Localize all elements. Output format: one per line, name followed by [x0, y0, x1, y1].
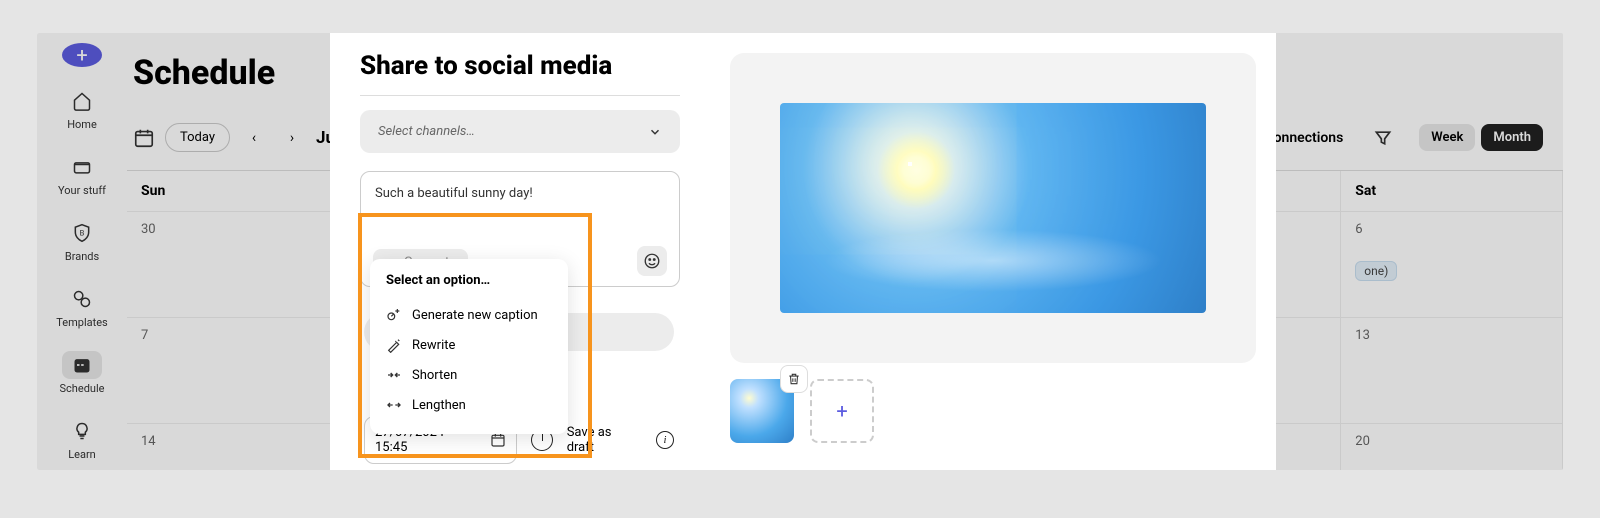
filter-icon[interactable] — [1373, 128, 1393, 148]
month-view-button[interactable]: Month — [1481, 124, 1543, 151]
save-draft-button[interactable]: Save as draft — [567, 425, 642, 455]
chevron-down-icon — [648, 125, 662, 139]
svg-text:B: B — [80, 229, 85, 238]
prev-button[interactable]: ‹ — [240, 124, 268, 152]
calendar-cell[interactable]: 14 — [127, 424, 349, 470]
next-button[interactable]: › — [278, 124, 306, 152]
thumbnail-image[interactable] — [730, 379, 794, 443]
add-button[interactable]: + — [62, 43, 102, 67]
calendar-cell[interactable]: 20 — [1341, 424, 1563, 470]
calendar-cell[interactable]: 7 — [127, 318, 349, 424]
nav-brands[interactable]: B Brands — [62, 219, 102, 263]
day-header-sun: Sun — [127, 171, 349, 212]
delete-thumbnail-button[interactable] — [780, 365, 808, 393]
bulb-icon — [72, 421, 92, 441]
day-header-sat: Sat — [1341, 171, 1563, 212]
emoji-button[interactable] — [637, 246, 667, 276]
shorten-icon — [386, 367, 402, 383]
calendar-icon — [72, 355, 92, 375]
home-icon — [72, 91, 92, 111]
dropdown-item-rewrite[interactable]: Rewrite — [386, 330, 552, 360]
nav-label: Schedule — [60, 382, 105, 395]
shield-icon: B — [72, 223, 92, 243]
share-modal: Share to social media Select channels… S… — [330, 33, 1276, 470]
nav-label: Learn — [68, 448, 96, 461]
nav-label: Your stuff — [58, 184, 106, 197]
templates-icon — [72, 289, 92, 309]
sparkle-icon — [386, 307, 402, 323]
nav-your-stuff[interactable]: Your stuff — [58, 153, 106, 197]
dropdown-item-generate-new[interactable]: Generate new caption — [386, 300, 552, 330]
dropdown-title: Select an option… — [386, 273, 552, 288]
sidebar: + Home Your stuff B Brands Templates Sch… — [37, 33, 127, 470]
add-thumbnail-button[interactable]: + — [810, 379, 874, 443]
wand-icon — [386, 337, 402, 353]
calendar-icon[interactable] — [133, 127, 155, 149]
nav-label: Templates — [56, 316, 107, 329]
calendar-cell[interactable]: 13 — [1341, 318, 1563, 424]
event-tag[interactable]: one) — [1355, 261, 1397, 281]
nav-label: Home — [67, 118, 97, 131]
select-channels-dropdown[interactable]: Select channels… — [360, 110, 680, 153]
nav-schedule[interactable]: Schedule — [60, 351, 105, 395]
dropdown-item-lengthen[interactable]: Lengthen — [386, 390, 552, 420]
calendar-cell[interactable]: 30 — [127, 212, 349, 318]
nav-learn[interactable]: Learn — [62, 417, 102, 461]
today-button[interactable]: Today — [165, 123, 230, 152]
caption-text: Such a beautiful sunny day! — [375, 186, 665, 201]
calendar-cell[interactable]: 6 one) — [1341, 212, 1563, 318]
emoji-icon — [643, 252, 661, 270]
nav-label: Brands — [65, 250, 99, 263]
dropdown-item-shorten[interactable]: Shorten — [386, 360, 552, 390]
thumbnails-row: + — [730, 379, 1256, 443]
preview-image — [780, 103, 1206, 313]
lengthen-icon — [386, 397, 402, 413]
week-view-button[interactable]: Week — [1419, 124, 1475, 151]
nav-home[interactable]: Home — [62, 87, 102, 131]
trash-icon — [787, 372, 801, 386]
view-toggle: Week Month — [1419, 124, 1543, 151]
calendar-icon — [490, 432, 506, 448]
modal-title: Share to social media — [360, 51, 680, 81]
preview-card — [730, 53, 1256, 363]
nav-templates[interactable]: Templates — [56, 285, 107, 329]
generate-dropdown: Select an option… Generate new caption R… — [370, 259, 568, 434]
info-icon[interactable]: i — [656, 431, 674, 449]
folder-icon — [72, 157, 92, 177]
